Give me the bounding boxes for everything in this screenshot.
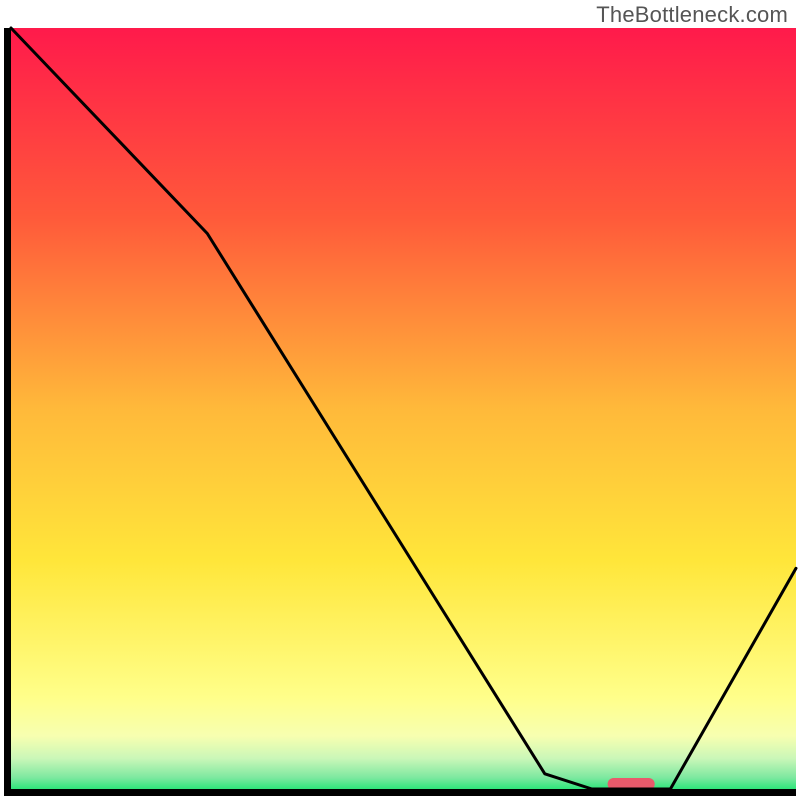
- chart-svg: [0, 0, 800, 800]
- x-axis-line: [4, 789, 796, 796]
- chart-root: TheBottleneck.com: [0, 0, 800, 800]
- plot-background: [11, 28, 796, 789]
- watermark-text: TheBottleneck.com: [596, 2, 788, 28]
- y-axis-line: [4, 28, 11, 796]
